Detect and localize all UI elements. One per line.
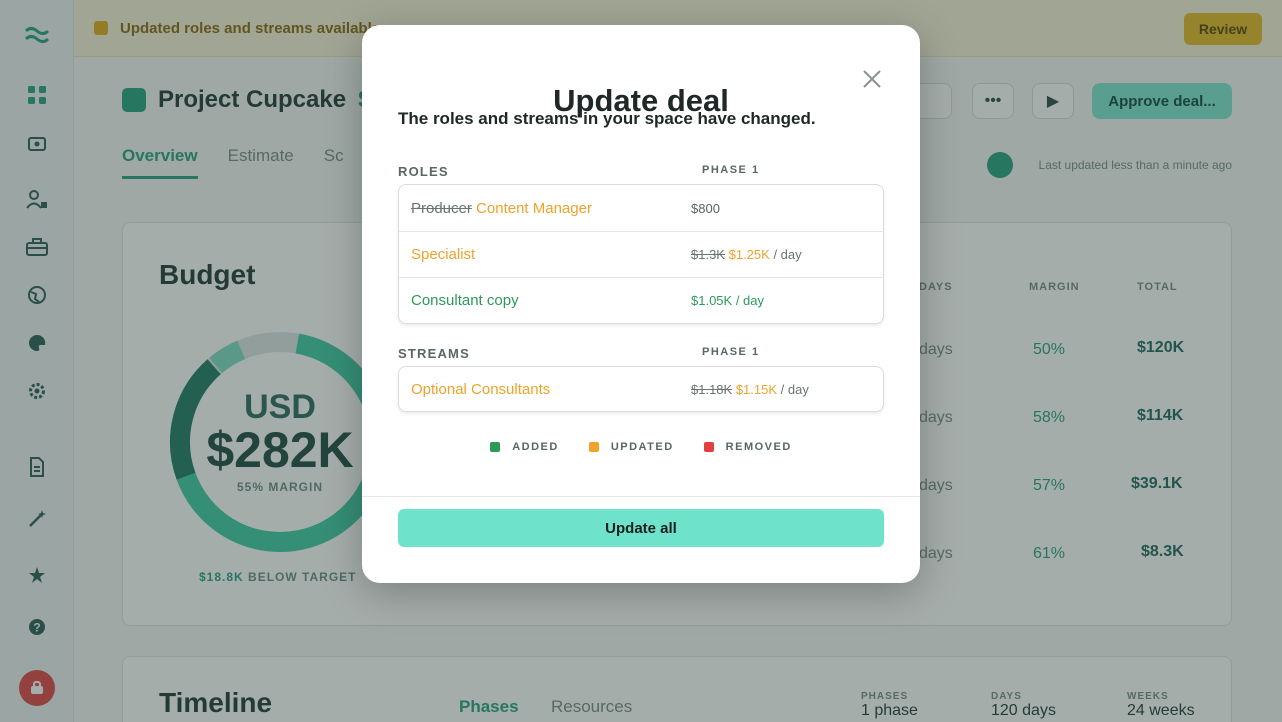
roles-list: Producer Content Manager $800 Specialist… xyxy=(398,184,884,324)
stream-price: $1.18K $1.15K / day xyxy=(691,382,809,397)
role-new-price: $1.25K xyxy=(728,247,770,262)
role-row-specialist: Specialist $1.3K $1.25K / day xyxy=(399,231,883,277)
role-price-unit: / day xyxy=(773,247,802,262)
stream-new-price: $1.15K xyxy=(735,381,778,397)
role-old-name: Producer xyxy=(411,199,472,217)
stream-price-unit: / day xyxy=(780,381,809,397)
role-price-unit: / day xyxy=(735,293,765,308)
update-all-button[interactable]: Update all xyxy=(398,509,884,547)
role-name: Producer Content Manager xyxy=(411,200,592,217)
close-icon xyxy=(863,70,881,88)
legend-label: REMOVED xyxy=(725,441,792,453)
role-price: $800 xyxy=(691,200,720,216)
close-button[interactable] xyxy=(860,67,884,91)
role-price: $1.3K $1.25K / day xyxy=(691,247,802,262)
role-old-price: $1.3K xyxy=(691,247,725,262)
modal-subtitle: The roles and streams in your space have… xyxy=(398,109,816,128)
role-name: Consultant copy xyxy=(411,292,519,309)
legend-added: ADDED xyxy=(490,441,559,453)
role-price: $1.05K / day xyxy=(691,293,764,308)
roles-phase-heading: PHASE 1 xyxy=(702,164,760,176)
modal-divider xyxy=(362,496,920,497)
stream-old-price: $1.18K xyxy=(691,381,733,397)
stream-name: Optional Consultants xyxy=(411,380,551,398)
role-new-price: $1.05K xyxy=(691,293,733,308)
legend-swatch xyxy=(490,442,501,452)
streams-list: Optional Consultants $1.18K $1.15K / day xyxy=(398,366,884,412)
streams-heading: STREAMS xyxy=(398,346,470,361)
legend-swatch xyxy=(588,442,599,452)
roles-heading: ROLES xyxy=(398,164,449,179)
role-new-name: Content Manager xyxy=(476,199,592,217)
legend-label: ADDED xyxy=(512,441,559,453)
role-name: Specialist xyxy=(411,246,476,263)
legend-label: UPDATED xyxy=(610,441,674,453)
stream-row-optional-consultants: Optional Consultants $1.18K $1.15K / day xyxy=(399,367,883,411)
update-deal-modal: Update deal The roles and streams in you… xyxy=(362,25,920,583)
change-legend: ADDED UPDATED REMOVED xyxy=(362,441,920,453)
legend-removed: REMOVED xyxy=(703,441,792,453)
role-row-consultant-copy: Consultant copy $1.05K / day xyxy=(399,277,883,323)
legend-updated: UPDATED xyxy=(588,441,674,453)
role-row-content-manager: Producer Content Manager $800 xyxy=(399,185,883,231)
legend-swatch xyxy=(703,442,714,452)
streams-phase-heading: PHASE 1 xyxy=(702,346,760,358)
